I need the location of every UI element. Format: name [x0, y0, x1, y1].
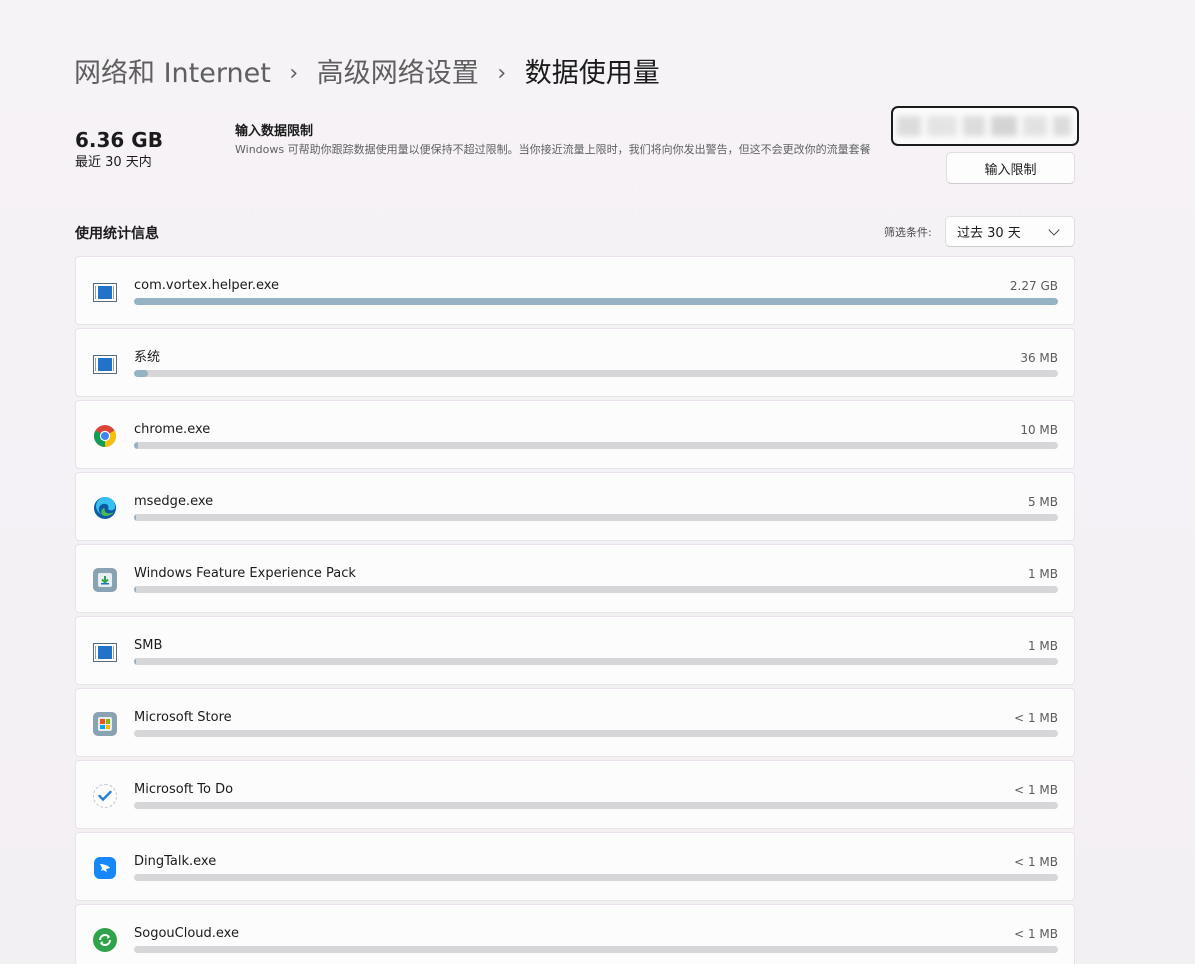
app-usage-row[interactable]: Microsoft Store < 1 MB — [75, 688, 1075, 757]
app-usage-size: 1 MB — [1027, 639, 1058, 653]
app-usage-size: 5 MB — [1027, 495, 1058, 509]
app-window-icon — [92, 639, 118, 665]
app-usage-row[interactable]: Microsoft To Do < 1 MB — [75, 760, 1075, 829]
app-window-icon — [92, 279, 118, 305]
app-usage-list: com.vortex.helper.exe 2.27 GB 系统 36 MB chrom… — [75, 256, 1075, 964]
usage-bar-track — [134, 658, 1058, 665]
usage-bar-fill — [134, 658, 136, 665]
app-name: DingTalk.exe — [134, 854, 217, 869]
usage-bar-track — [134, 586, 1058, 593]
breadcrumb: 网络和 Internet › 高级网络设置 › 数据使用量 — [74, 52, 660, 96]
app-name: SogouCloud.exe — [134, 926, 239, 941]
usage-bar-track — [134, 442, 1058, 449]
total-usage-amount: 6.36 GB — [75, 128, 163, 152]
app-name: Microsoft Store — [134, 710, 232, 725]
app-name: com.vortex.helper.exe — [134, 278, 280, 293]
data-limit-title: 输入数据限制 — [235, 124, 314, 139]
usage-bar-fill — [134, 514, 137, 521]
filter-period-dropdown[interactable]: 过去 30 天 — [945, 216, 1075, 247]
app-usage-size: 1 MB — [1027, 567, 1058, 581]
app-usage-row[interactable]: SMB 1 MB — [75, 616, 1075, 685]
feature-pack-icon — [92, 567, 118, 593]
data-usage-page: 网络和 Internet › 高级网络设置 › 数据使用量 6.36 GB 最近… — [0, 0, 1195, 964]
usage-bar-track — [134, 802, 1058, 809]
breadcrumb-separator: › — [289, 61, 299, 86]
total-usage-period: 最近 30 天内 — [75, 155, 152, 170]
app-usage-size: < 1 MB — [1014, 927, 1058, 941]
app-usage-row[interactable]: DingTalk.exe < 1 MB — [75, 832, 1075, 901]
breadcrumb-network-internet[interactable]: 网络和 Internet — [74, 52, 271, 96]
usage-bar-fill — [134, 370, 149, 377]
filter-period-value: 过去 30 天 — [957, 226, 1021, 241]
app-name: msedge.exe — [134, 494, 214, 509]
page-title: 数据使用量 — [524, 58, 660, 89]
usage-bar-track — [134, 370, 1058, 377]
edge-icon — [92, 495, 118, 521]
app-name: SMB — [134, 638, 163, 653]
usage-bar-fill — [134, 298, 1058, 305]
data-limit-description: Windows 可帮助你跟踪数据使用量以便保持不超过限制。当你接近流量上限时，我… — [235, 143, 871, 156]
breadcrumb-advanced-network-settings[interactable]: 高级网络设置 — [317, 52, 479, 96]
app-usage-row[interactable]: 系统 36 MB — [75, 328, 1075, 397]
app-usage-row[interactable]: Windows Feature Experience Pack 1 MB — [75, 544, 1075, 613]
usage-bar-fill — [134, 586, 136, 593]
app-name: 系统 — [134, 350, 161, 365]
dingtalk-icon — [92, 855, 118, 881]
app-name: Windows Feature Experience Pack — [134, 566, 356, 581]
usage-bar-track — [134, 946, 1058, 953]
usage-bar-track — [134, 874, 1058, 881]
enter-limit-button[interactable]: 输入限制 — [946, 152, 1075, 184]
app-usage-size: 36 MB — [1020, 351, 1058, 365]
chevron-down-icon — [1048, 224, 1060, 236]
usage-statistics-title: 使用统计信息 — [75, 226, 159, 242]
breadcrumb-separator: › — [497, 61, 507, 86]
usage-bar-track — [134, 730, 1058, 737]
app-usage-row[interactable]: chrome.exe 10 MB — [75, 400, 1075, 469]
app-usage-row[interactable]: msedge.exe 5 MB — [75, 472, 1075, 541]
app-usage-size: 2.27 GB — [1009, 279, 1058, 293]
app-usage-row[interactable]: com.vortex.helper.exe 2.27 GB — [75, 256, 1075, 325]
app-name: Microsoft To Do — [134, 782, 234, 797]
network-selector-redacted[interactable] — [891, 106, 1079, 146]
app-usage-size: < 1 MB — [1014, 855, 1058, 869]
app-window-icon — [92, 351, 118, 377]
sogou-icon — [92, 927, 118, 953]
app-usage-size: < 1 MB — [1014, 711, 1058, 725]
microsoft-store-icon — [92, 711, 118, 737]
usage-bar-track — [134, 298, 1058, 305]
app-usage-size: < 1 MB — [1014, 783, 1058, 797]
todo-icon — [92, 783, 118, 809]
filter-label: 筛选条件: — [884, 226, 932, 239]
app-name: chrome.exe — [134, 422, 211, 437]
chrome-icon — [92, 423, 118, 449]
app-usage-row[interactable]: SogouCloud.exe < 1 MB — [75, 904, 1075, 964]
usage-bar-track — [134, 514, 1058, 521]
app-usage-size: 10 MB — [1020, 423, 1058, 437]
usage-bar-fill — [134, 442, 138, 449]
